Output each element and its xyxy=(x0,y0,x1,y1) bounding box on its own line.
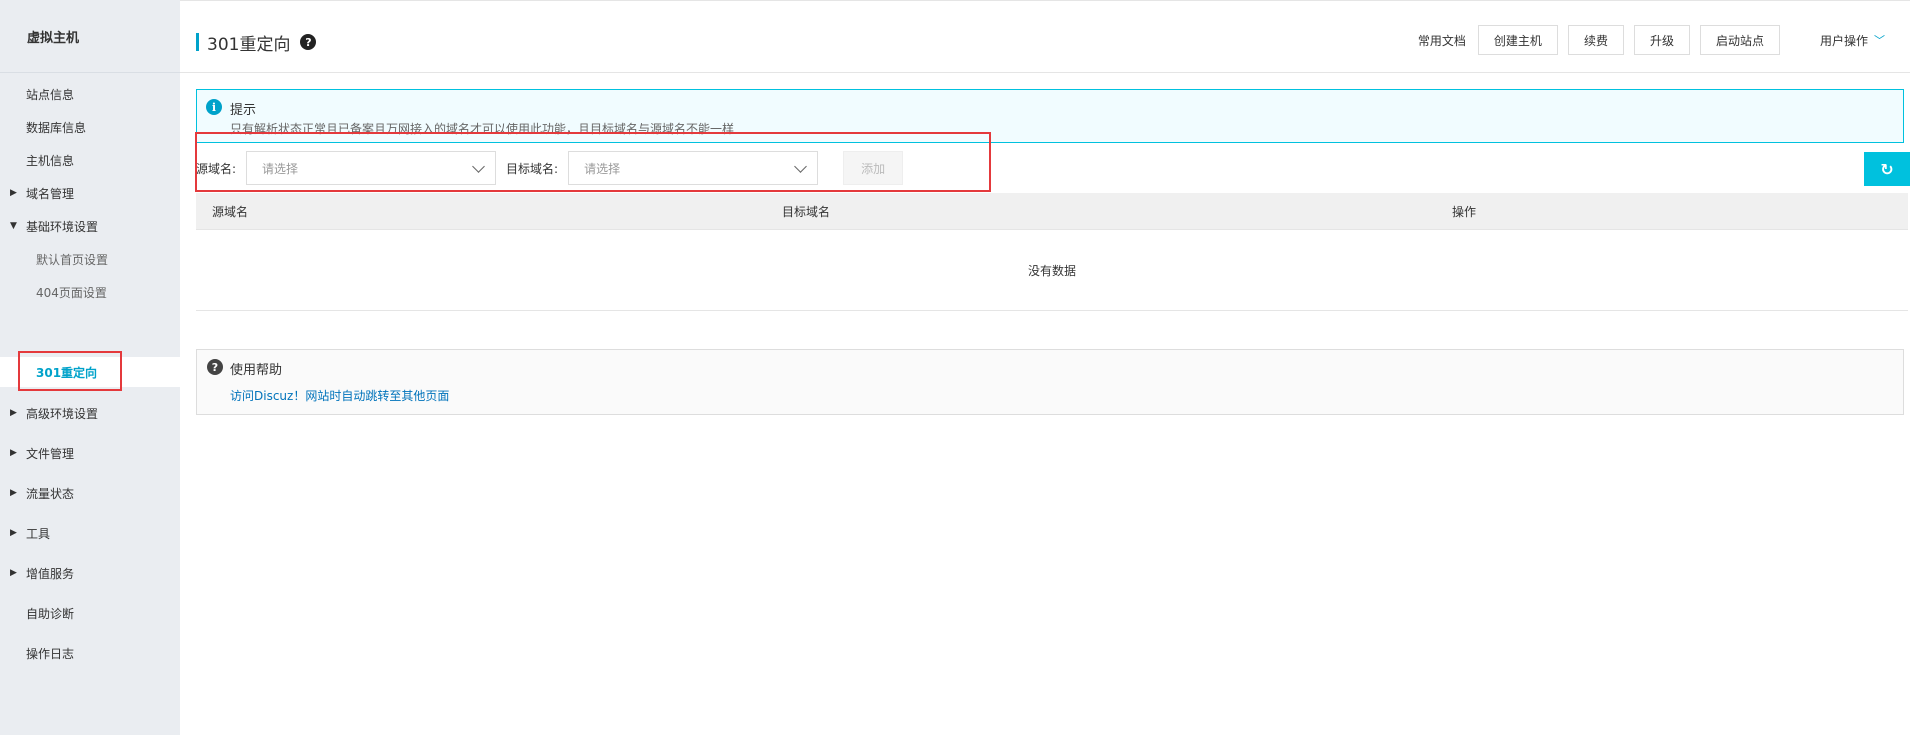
sidebar-item-host-info[interactable]: 主机信息 xyxy=(0,145,180,175)
refresh-button[interactable]: ↻ xyxy=(1864,152,1910,186)
target-domain-select[interactable]: 请选择 xyxy=(568,151,819,185)
upgrade-button[interactable]: 升级 xyxy=(1633,25,1690,55)
create-host-button[interactable]: 创建主机 xyxy=(1477,25,1558,55)
source-domain-placeholder: 请选择 xyxy=(262,161,299,176)
table-header: 源域名 目标域名 操作 xyxy=(196,193,1908,230)
caret-right-icon: ▶ xyxy=(10,448,17,458)
sidebar-item-label: 数据库信息 xyxy=(26,120,87,135)
help-link[interactable]: 访问Discuz！网站时自动跳转至其他页面 xyxy=(230,387,449,404)
redirect-form: 源域名: 请选择 目标域名: 请选择 添加 xyxy=(196,150,904,186)
main-content: 301重定向 ? 常用文档 创建主机 续费 升级 启动站点 用户操作 ﹀ i 提… xyxy=(180,0,1910,735)
column-header-target: 目标域名 xyxy=(782,204,831,219)
sidebar-item-site-info[interactable]: 站点信息 xyxy=(0,79,180,109)
sidebar-item-label: 文件管理 xyxy=(26,446,75,461)
sidebar-item-label: 301重定向 xyxy=(36,365,98,380)
sidebar-item-404-page[interactable]: 404页面设置 xyxy=(0,277,180,307)
sidebar-item-label: 流量状态 xyxy=(26,486,75,501)
sidebar-item-label: 增值服务 xyxy=(26,566,75,581)
header-divider xyxy=(180,72,1910,73)
title-accent-bar xyxy=(196,33,199,51)
caret-down-icon: ▼ xyxy=(10,221,17,231)
sidebar-title: 虚拟主机 xyxy=(0,0,180,73)
question-circle-icon[interactable]: ? xyxy=(300,34,317,50)
sidebar-item-label: 404页面设置 xyxy=(36,285,107,300)
caret-right-icon: ▶ xyxy=(10,568,17,578)
sidebar-item-label: 自助诊断 xyxy=(26,606,75,621)
column-header-source: 源域名 xyxy=(212,204,249,219)
info-circle-icon: i xyxy=(206,99,222,115)
redirect-table: 源域名 目标域名 操作 没有数据 xyxy=(196,193,1908,311)
help-panel: ? 使用帮助 访问Discuz！网站时自动跳转至其他页面 xyxy=(196,349,1904,415)
sidebar-item-traffic-status[interactable]: ▶ 流量状态 xyxy=(0,478,180,508)
sidebar-item-label: 站点信息 xyxy=(26,87,75,102)
sidebar-item-label: 工具 xyxy=(26,526,51,541)
refresh-icon: ↻ xyxy=(1880,159,1894,179)
sidebar-item-label: 操作日志 xyxy=(26,646,75,661)
sidebar-item-label: 高级环境设置 xyxy=(26,406,99,421)
page-header: 301重定向 ? xyxy=(196,30,317,55)
header-toolbar: 常用文档 创建主机 续费 升级 启动站点 用户操作 ﹀ xyxy=(1418,24,1910,56)
tip-panel: i 提示 只有解析状态正常且已备案且万网接入的域名才可以使用此功能，且目标域名与… xyxy=(196,89,1904,143)
source-domain-select[interactable]: 请选择 xyxy=(246,151,497,185)
add-button[interactable]: 添加 xyxy=(843,151,904,185)
sidebar-item-tools[interactable]: ▶ 工具 xyxy=(0,518,180,548)
column-header-action: 操作 xyxy=(1452,204,1477,219)
caret-right-icon: ▶ xyxy=(10,188,17,198)
sidebar-item-301-redirect[interactable]: 301重定向 xyxy=(0,357,180,387)
tip-title: 提示 xyxy=(230,103,257,118)
caret-right-icon: ▶ xyxy=(10,488,17,498)
caret-right-icon: ▶ xyxy=(10,528,17,538)
sidebar-item-default-homepage[interactable]: 默认首页设置 xyxy=(0,244,180,274)
sidebar-item-self-diagnosis[interactable]: 自助诊断 xyxy=(0,598,180,628)
user-menu-label: 用户操作 xyxy=(1819,33,1868,48)
chevron-down-icon xyxy=(794,159,807,173)
sidebar-item-label: 主机信息 xyxy=(26,153,75,168)
sidebar-item-label: 基础环境设置 xyxy=(26,219,99,234)
sidebar-item-operation-log[interactable]: 操作日志 xyxy=(0,638,180,668)
sidebar-item-label: 域名管理 xyxy=(26,186,75,201)
caret-right-icon: ▶ xyxy=(10,408,17,418)
sidebar-item-database-info[interactable]: 数据库信息 xyxy=(0,112,180,142)
source-domain-label: 源域名: xyxy=(196,161,237,176)
renew-button[interactable]: 续费 xyxy=(1567,25,1624,55)
sidebar-item-domain-management[interactable]: ▶ 域名管理 xyxy=(0,178,180,208)
question-circle-icon: ? xyxy=(207,359,223,375)
chevron-down-icon: ﹀ xyxy=(1874,34,1885,47)
sidebar-item-advanced-env[interactable]: ▶ 高级环境设置 xyxy=(0,398,180,428)
sidebar-item-file-management[interactable]: ▶ 文件管理 xyxy=(0,438,180,468)
target-domain-label: 目标域名: xyxy=(506,161,559,176)
user-menu[interactable]: 用户操作 ﹀ xyxy=(1820,32,1885,49)
help-title: 使用帮助 xyxy=(230,363,283,378)
top-border xyxy=(180,0,1910,1)
sidebar-item-basic-env[interactable]: ▼ 基础环境设置 xyxy=(0,211,180,241)
page-title: 301重定向 xyxy=(207,34,291,55)
table-empty-state: 没有数据 xyxy=(196,230,1908,311)
sidebar-item-label: 默认首页设置 xyxy=(36,252,109,267)
docs-link[interactable]: 常用文档 xyxy=(1418,32,1466,49)
tip-text: 只有解析状态正常且已备案且万网接入的域名才可以使用此功能，且目标域名与源域名不能… xyxy=(230,122,735,136)
target-domain-placeholder: 请选择 xyxy=(584,161,621,176)
sidebar: 虚拟主机 站点信息 数据库信息 主机信息 ▶ 域名管理 ▼ 基础环境设置 默认首页设… xyxy=(0,0,180,735)
chevron-down-icon xyxy=(472,159,485,173)
sidebar-item-value-added[interactable]: ▶ 增值服务 xyxy=(0,558,180,588)
start-site-button[interactable]: 启动站点 xyxy=(1699,25,1780,55)
